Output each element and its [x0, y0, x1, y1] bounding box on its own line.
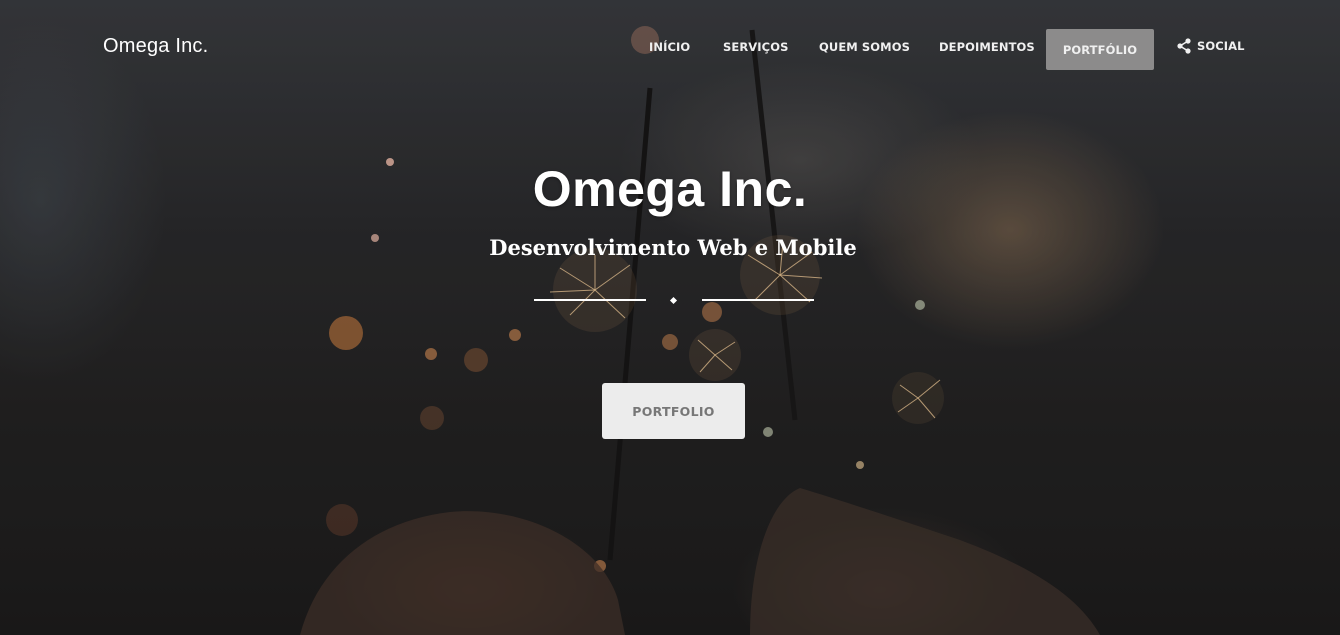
- nav-item-social[interactable]: SOCIAL: [1176, 38, 1245, 54]
- nav-item-depoimentos[interactable]: DEPOIMENTOS: [939, 40, 1035, 54]
- brand-logo-link[interactable]: Omega Inc.: [103, 35, 208, 58]
- hero-subtitle: Desenvolvimento Web e Mobile: [489, 235, 857, 260]
- nav-item-quem-somos[interactable]: QUEM SOMOS: [819, 40, 910, 54]
- hero-overlay: [0, 0, 1340, 635]
- nav-item-inicio[interactable]: INÍCIO: [649, 40, 690, 54]
- nav-item-portfolio[interactable]: PORTFÓLIO: [1046, 29, 1154, 70]
- nav-item-servicos[interactable]: SERVIÇOS: [723, 40, 788, 54]
- hero-title: Omega Inc.: [532, 161, 808, 217]
- divider-line-right: [702, 299, 814, 301]
- portfolio-cta-button[interactable]: PORTFOLIO: [602, 383, 745, 439]
- share-icon: [1177, 38, 1191, 54]
- nav-item-social-label: SOCIAL: [1197, 39, 1245, 53]
- divider-line-left: [534, 299, 646, 301]
